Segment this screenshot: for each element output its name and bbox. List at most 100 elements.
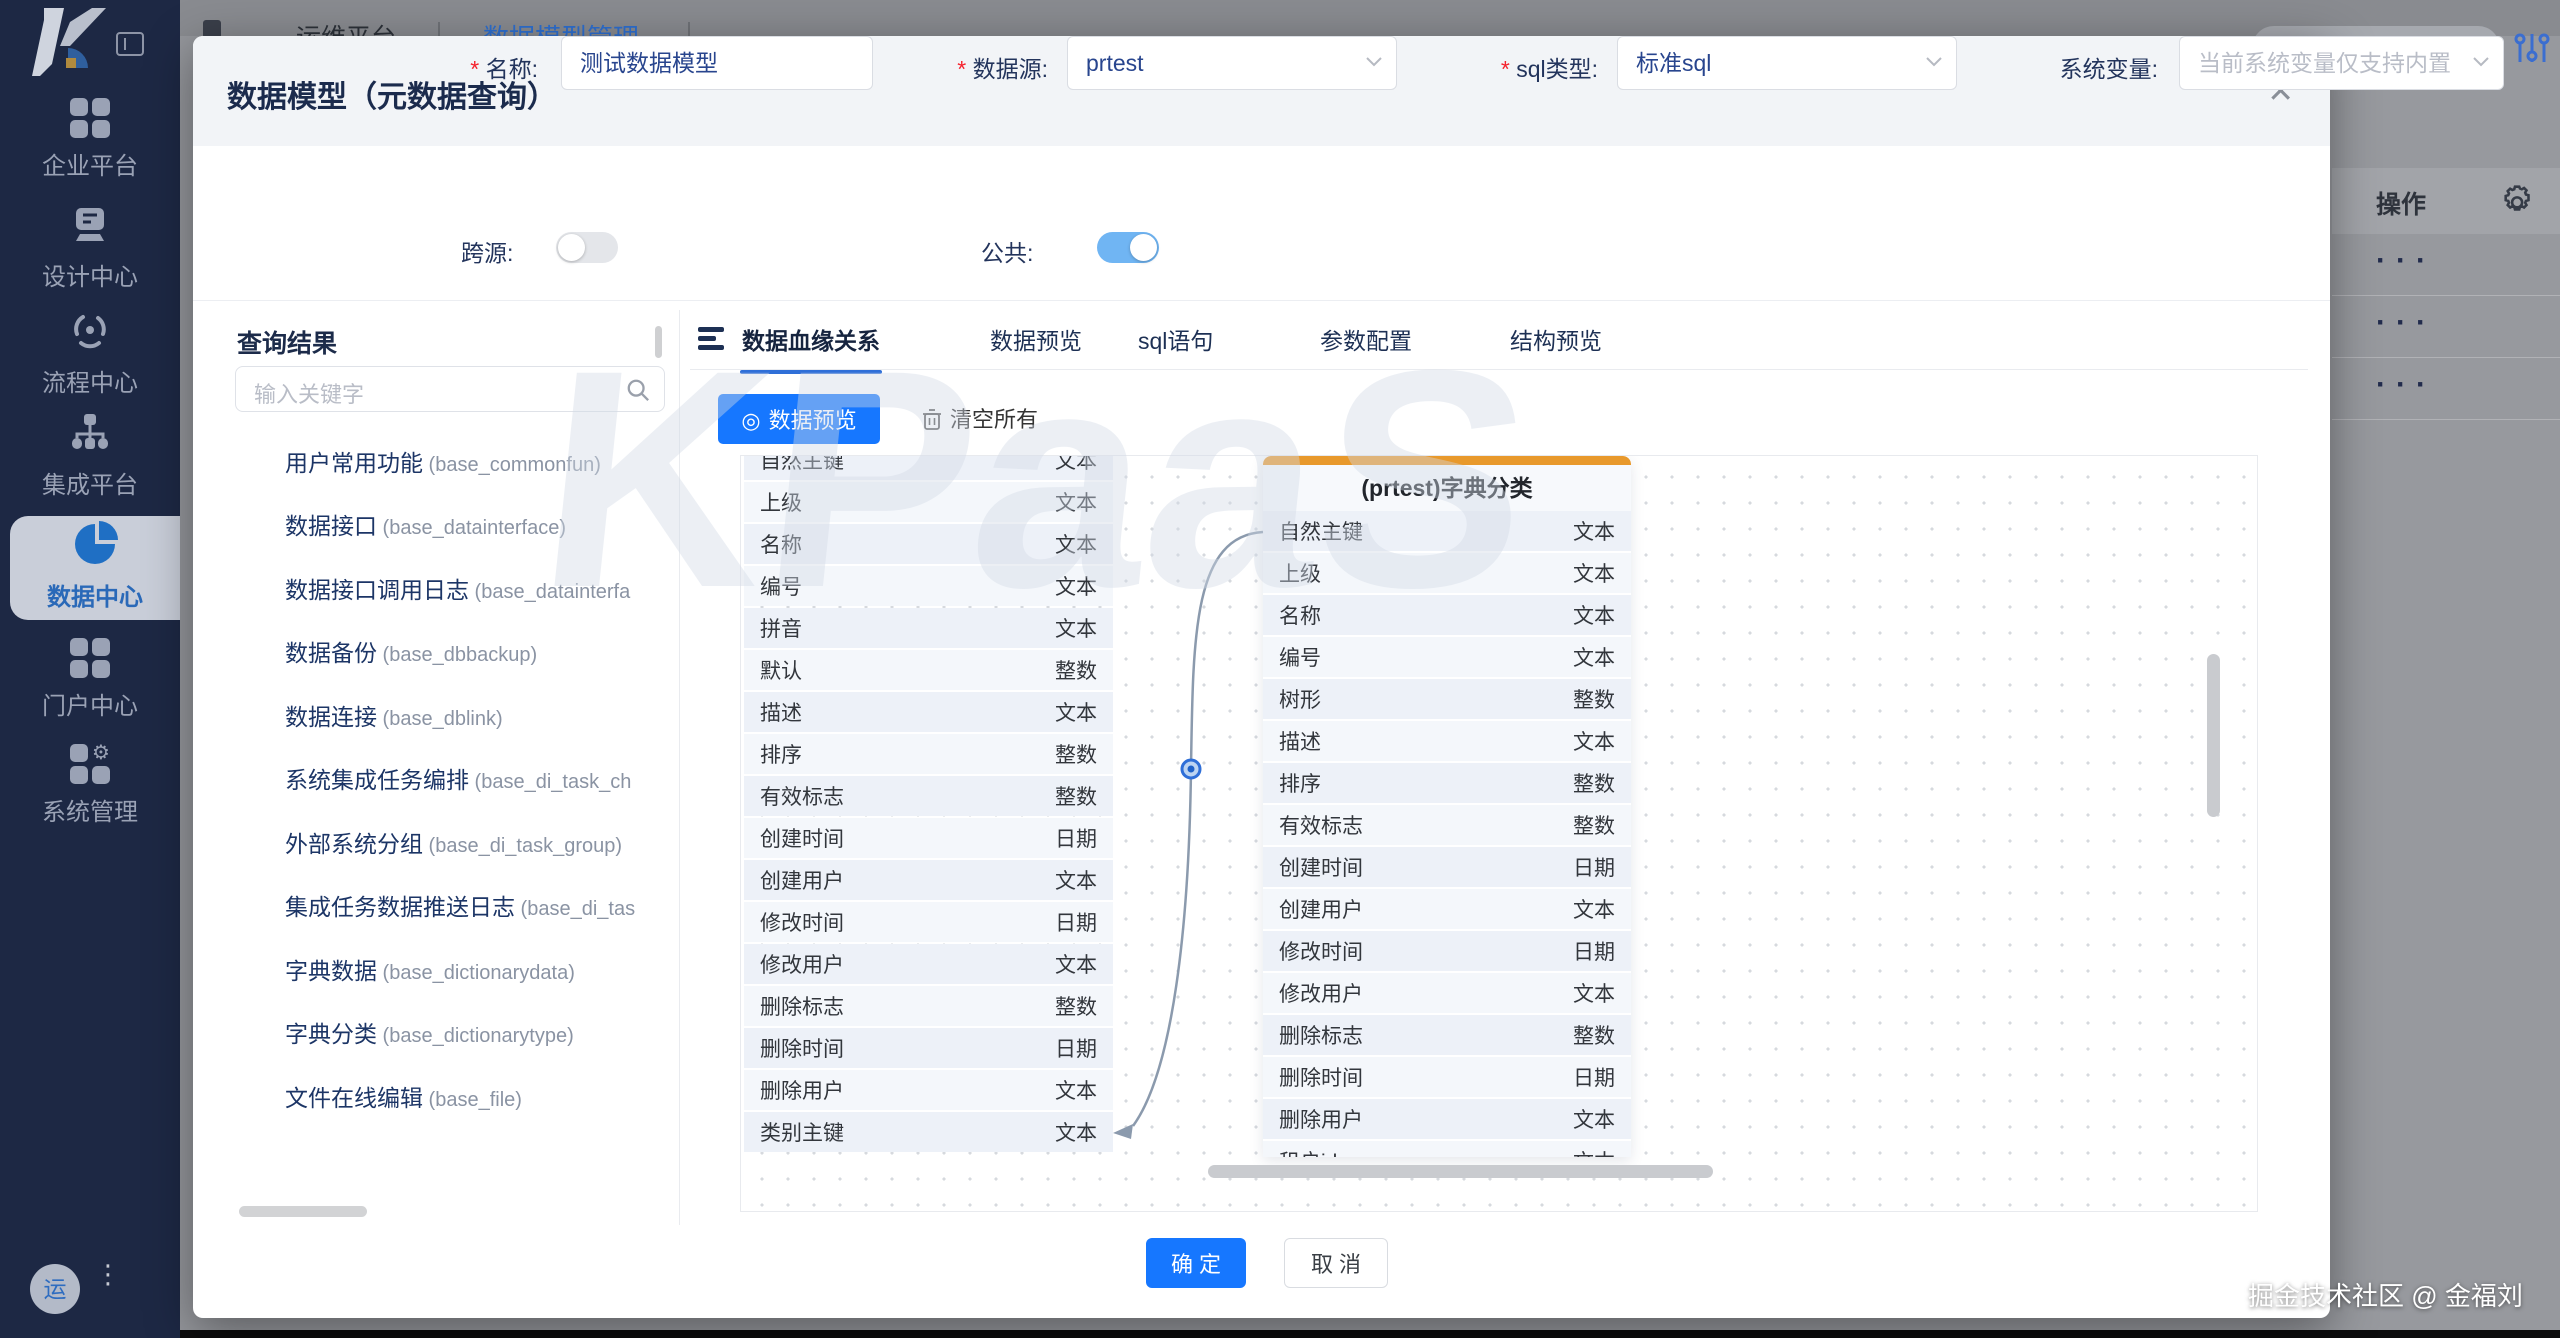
entity-field-row[interactable]: 类别主键 文本 [744,1112,1113,1152]
horizontal-scrollbar-thumb[interactable] [1208,1165,1713,1178]
entity-field-row[interactable]: 名称 文本 [1263,595,1631,635]
sidebar-item-3[interactable]: 流程中心 [0,308,180,408]
field-type: 文本 [1573,983,1615,1006]
gear-icon[interactable] [2500,183,2536,219]
entity-field-row[interactable]: 租户id 文本 [1263,1141,1631,1157]
tab-1[interactable]: 数据血缘关系 [740,322,882,374]
app-logo-icon[interactable] [30,8,108,76]
entity-field-row[interactable]: 上级 文本 [1263,553,1631,593]
entity-field-row[interactable]: 删除标志 整数 [744,986,1113,1026]
confirm-button[interactable]: 确 定 [1146,1238,1246,1288]
query-result-item[interactable]: 数据备份 (base_dbbackup) [285,634,537,668]
query-result-item[interactable]: 用户常用功能 (base_commonfun) [285,444,601,478]
field-name: 创建时间 [1279,857,1363,880]
cross-source-toggle[interactable] [556,232,618,263]
query-result-item[interactable]: 数据接口 (base_datainterface) [285,507,566,541]
data-preview-button[interactable]: ◎ 数据预览 [718,394,880,444]
row-more-actions-button[interactable]: ··· [2376,244,2436,278]
entity-field-row[interactable]: 描述 文本 [1263,721,1631,761]
table-code: (base_dictionarydata) [377,961,575,984]
data-pie-icon [75,521,118,564]
entity-field-row[interactable]: 创建时间 日期 [1263,847,1631,887]
cancel-button[interactable]: 取 消 [1284,1238,1388,1288]
entity-field-row[interactable]: 描述 文本 [744,692,1113,732]
entity-field-row[interactable]: 树形 整数 [1263,679,1631,719]
entity-field-row[interactable]: 修改用户 文本 [744,944,1113,984]
entity-field-row[interactable]: 自然主键 文本 [744,456,1113,480]
sidebar-item-6[interactable]: 门户中心 [0,636,180,736]
entity-field-row[interactable]: 修改用户 文本 [1263,973,1631,1013]
sidebar-item-2[interactable]: 设计中心 [0,202,180,302]
sidebar-item-7[interactable]: ⚙ 系统管理 [0,742,180,842]
datasource-select[interactable]: prtest [1067,36,1397,90]
entity-field-row[interactable]: 排序 整数 [744,734,1113,774]
operations-header-label: 操作 [2376,191,2427,219]
sidebar-more-menu-icon[interactable]: ⋮ [95,1261,121,1316]
field-name: 租户id [1279,1146,1337,1157]
query-result-item[interactable]: 外部系统分组 (base_di_task_group) [285,825,622,859]
entity-field-row[interactable]: 有效标志 整数 [1263,805,1631,845]
sidebar-item-4[interactable]: 集成平台 [0,410,180,510]
filter-sliders-icon[interactable] [2512,28,2552,68]
clear-all-button[interactable]: 清空所有 [922,402,1038,434]
entity-field-row[interactable]: 删除用户 文本 [744,1070,1113,1110]
toggle-knob [558,234,585,261]
avatar[interactable]: 运 [30,1264,80,1314]
query-result-item[interactable]: 字典数据 (base_dictionarydata) [285,952,575,986]
collapse-sidebar-icon[interactable] [116,32,144,56]
entity-field-row[interactable]: 名称 文本 [744,524,1113,564]
search-icon[interactable] [626,378,650,402]
entity-rows: 自然主键 文本 上级 文本 名称 文本 编号 文本 树形 整数 描述 文本 排序 整数 有效标志 整数 创建时间… [1263,511,1631,1157]
sidebar-item-5[interactable]: 数据中心 [10,516,180,620]
entity-field-row[interactable]: 上级 文本 [744,482,1113,522]
entity-field-row[interactable]: 编号 文本 [744,566,1113,606]
entity-field-row[interactable]: 修改时间 日期 [744,902,1113,942]
sqltype-select[interactable]: 标准sql [1617,36,1957,90]
sidebar-item-1[interactable]: 企业平台 [0,96,180,196]
entity-field-row[interactable]: 删除标志 整数 [1263,1015,1631,1055]
entity-field-row[interactable]: 删除用户 文本 [1263,1099,1631,1139]
entity-field-row[interactable]: 创建用户 文本 [744,860,1113,900]
tab-2[interactable]: 数据预览 [990,322,1082,356]
row-more-actions-button[interactable]: ··· [2376,306,2436,340]
home-icon[interactable] [203,20,221,36]
entity-field-row[interactable]: 编号 文本 [1263,637,1631,677]
entity-field-row[interactable]: 排序 整数 [1263,763,1631,803]
entity-field-row[interactable]: 删除时间 日期 [744,1028,1113,1068]
row-more-actions-button[interactable]: ··· [2376,368,2436,402]
table-display-name: 外部系统分组 [285,830,423,857]
tab-3[interactable]: sql语句 [1138,322,1213,356]
query-result-item[interactable]: 集成任务数据推送日志 (base_di_tas [285,888,635,922]
vertical-scrollbar-thumb[interactable] [655,326,662,358]
entity-field-row[interactable]: 创建用户 文本 [1263,889,1631,929]
background-topbar: 运维平台 数据模型管理 [180,0,2560,36]
topbar-tab-active[interactable]: 数据模型管理 [483,18,639,36]
lineage-canvas[interactable]: 自然主键 文本 上级 文本 名称 文本 编号 文本 拼音 文本 默认 整数 描述 文本 排序 整数 有效标志 整数… [740,455,2258,1212]
public-toggle[interactable] [1097,232,1159,263]
field-type: 整数 [1573,689,1615,712]
table-display-name: 系统集成任务编排 [285,767,469,793]
horizontal-scrollbar-thumb[interactable] [239,1206,367,1217]
entity-field-row[interactable]: 修改时间 日期 [1263,931,1631,971]
keyword-search-input[interactable]: 输入关键字 [235,366,665,412]
table-code: (base_commonfun) [423,453,601,476]
entity-field-row[interactable]: 有效标志 整数 [744,776,1113,816]
table-display-name: 数据备份 [285,640,377,666]
entity-field-row[interactable]: 删除时间 日期 [1263,1057,1631,1097]
tab-4[interactable]: 参数配置 [1320,322,1412,356]
tab-5[interactable]: 结构预览 [1510,322,1602,356]
list-menu-icon[interactable] [698,326,728,352]
sysvar-select[interactable]: 当前系统变量仅支持内置 [2179,36,2504,90]
vertical-scrollbar-thumb[interactable] [2207,654,2220,817]
query-result-item[interactable]: 数据接口调用日志 (base_datainterfa [285,571,630,605]
name-input[interactable]: 测试数据模型 [561,36,873,90]
entity-field-row[interactable]: 拼音 文本 [744,608,1113,648]
query-result-item[interactable]: 系统集成任务编排 (base_di_task_ch [285,761,631,795]
query-result-item[interactable]: 文件在线编辑 (base_file) [285,1079,522,1113]
topbar-tab[interactable]: 运维平台 [296,18,396,36]
query-result-item[interactable]: 数据连接 (base_dblink) [285,698,503,732]
entity-field-row[interactable]: 自然主键 文本 [1263,511,1631,551]
entity-field-row[interactable]: 默认 整数 [744,650,1113,690]
entity-field-row[interactable]: 创建时间 日期 [744,818,1113,858]
query-result-item[interactable]: 字典分类 (base_dictionarytype) [285,1015,574,1049]
